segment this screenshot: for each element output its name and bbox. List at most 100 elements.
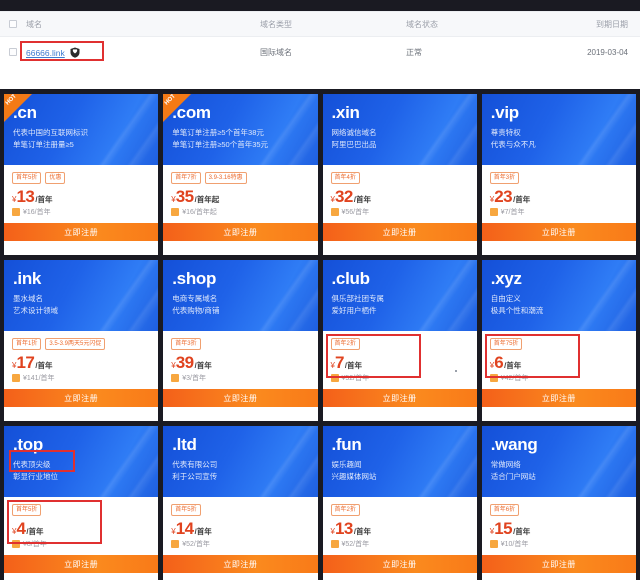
register-now-button[interactable]: 立即注册: [4, 555, 159, 573]
header-expiry: 到期日期: [596, 19, 628, 29]
promo-tag-list: 首年6折: [489, 504, 636, 516]
register-now-button[interactable]: 立即注册: [4, 389, 159, 407]
register-now-button[interactable]: 立即注册: [481, 389, 636, 407]
tld-card[interactable]: .fun 娱乐趣闻 兴趣媒体网站 首年2折 ¥13/首年 ¥52/首年 立即注册: [322, 426, 477, 580]
register-now-button[interactable]: 立即注册: [322, 555, 477, 573]
register-now-button[interactable]: 立即注册: [481, 555, 636, 573]
card-header: .ltd 代表有限公司 利于公司宣传: [163, 426, 318, 497]
select-all-cell[interactable]: [0, 20, 26, 28]
card-body: 首年1折 3.5-3.9两天5元闪促 ¥17/首年 ¥141/首年: [4, 331, 159, 389]
original-price-line: ¥16/首年起: [171, 207, 317, 217]
tld-description-line: 艺术设计领域: [13, 305, 58, 315]
tld-name: .fun: [331, 435, 362, 454]
register-now-button[interactable]: 立即注册: [4, 223, 159, 241]
promo-tag: 首年5折: [12, 504, 42, 516]
card-body: 首年2折 ¥13/首年 ¥52/首年: [322, 497, 477, 555]
card-body: 首年5折 优惠 ¥13/首年 ¥16/首年: [4, 165, 159, 223]
promo-tag: 首年7折: [171, 172, 201, 184]
row-select-cell[interactable]: [0, 48, 26, 56]
card-body: 首年5折 ¥14/首年 ¥52/首年: [163, 497, 318, 555]
tld-card[interactable]: .club 俱乐部社团专属 爱好用户栖件 首年2折 ¥7/首年 ¥52/首年 立即注册: [322, 260, 477, 421]
price-period: /首年: [353, 527, 371, 536]
tld-card[interactable]: HOT .cn 代表中国的互联网标识 单笔订单注册量≥5 首年5折 优惠 ¥13/首年 ¥16…: [4, 94, 159, 255]
tld-card[interactable]: .top 代表顶尖级 彰显行业地位 首年5折 ¥4/首年 ¥8/首年 立即注册: [4, 426, 159, 580]
coupon-badge-icon: [171, 540, 180, 548]
register-now-button[interactable]: 立即注册: [163, 555, 318, 573]
tld-description-line: 代表与众不凡: [490, 139, 536, 149]
promo-tag-list: 首年5折: [12, 504, 158, 516]
tld-card[interactable]: .shop 电商专属域名 代表购物/商铺 首年3折 ¥39/首年 ¥3/首年 立即注册: [163, 260, 318, 421]
tld-description-line: 利于公司宣传: [172, 471, 218, 481]
original-price: ¥141/首年: [23, 375, 55, 382]
coupon-badge-icon: [171, 374, 180, 382]
price-line: ¥15/首年: [490, 520, 636, 537]
price-line: ¥39/首年: [171, 354, 317, 371]
promo-tag: 首年1折: [12, 338, 42, 350]
coupon-badge-icon: [12, 208, 20, 216]
table-row[interactable]: 66666.link 国际域名 正常 2019-03-04: [0, 37, 640, 67]
promo-tag: 首年3折: [171, 338, 201, 350]
tld-card[interactable]: .vip 尊贵特权 代表与众不凡 首年3折 ¥23/首年 ¥7/首年 立即注册: [481, 94, 636, 255]
promo-tag: 首年3折: [489, 172, 520, 184]
tld-description-line: 俱乐部社团专属: [331, 294, 385, 303]
card-header: .top 代表顶尖级 彰显行业地位: [4, 426, 159, 497]
card-body: 首年6折 ¥15/首年 ¥10/首年: [481, 497, 636, 555]
original-price: ¥7/首年: [500, 209, 525, 216]
tld-card[interactable]: HOT .com 单笔订单注册≥5个首年38元 单笔订单注册≥50个首年35元 首年7折…: [163, 94, 318, 255]
original-price-line: ¥52/首年: [171, 539, 317, 549]
select-all-checkbox[interactable]: [9, 20, 17, 28]
tld-description-line: 网络诚信域名: [331, 128, 377, 137]
tld-name: .club: [331, 269, 370, 288]
original-price: ¥8/首年: [23, 541, 47, 548]
tld-description-line: 常做网络: [490, 460, 521, 469]
price-period: /首年: [26, 527, 44, 536]
domain-cell-inner: 66666.link: [20, 40, 104, 61]
tld-card[interactable]: .ink 墨水域名艺术设计领域首年1折 3.5-3.9两天5元闪促 ¥17/首年 ¥14…: [4, 260, 159, 421]
card-body: 首年75折 ¥6/首年 ¥42/首年: [481, 331, 636, 389]
promo-tag-list: 首年2折: [330, 338, 477, 350]
price-amount: 4: [16, 519, 26, 538]
tld-description: 自由定义 极具个性和潮流: [491, 293, 636, 316]
original-price: ¥16/首年起: [182, 209, 217, 216]
row-checkbox[interactable]: [9, 48, 17, 56]
card-body: 首年3折 ¥39/首年 ¥3/首年: [163, 331, 318, 389]
register-now-button[interactable]: 立即注册: [322, 223, 477, 241]
price-amount: 7: [334, 353, 344, 372]
price-line: ¥13/首年: [12, 188, 158, 205]
register-now-button[interactable]: 立即注册: [481, 223, 636, 241]
tld-description: 代表中国的互联网标识 单笔订单注册量≥5: [13, 127, 158, 150]
price-amount: 32: [334, 187, 353, 206]
tld-card[interactable]: .wang 常做网络 适合门户网站首年6折 ¥15/首年 ¥10/首年立即注册: [481, 426, 636, 580]
card-header: .xyz 自由定义 极具个性和潮流: [481, 260, 636, 331]
price-line: ¥32/首年: [331, 188, 477, 205]
price-amount: 17: [16, 353, 35, 372]
coupon-badge-icon: [12, 540, 20, 548]
tld-description-line: 代表中国的互联网标识: [13, 128, 88, 137]
tld-card[interactable]: .ltd 代表有限公司 利于公司宣传 首年5折 ¥14/首年 ¥52/首年 立即注册: [163, 426, 318, 580]
promo-tag-list: 首年7折 3.9-3.16特惠: [171, 172, 317, 184]
domain-table: 域名 域名类型 域名状态 到期日期 66666.link 国际域名 正常 201…: [0, 11, 640, 89]
tld-description: 墨水域名艺术设计领域: [13, 293, 158, 316]
tld-description-line: 墨水域名: [13, 294, 43, 303]
promo-tag-list: 首年75折: [489, 338, 636, 350]
tld-card[interactable]: .xyz 自由定义 极具个性和潮流 首年75折 ¥6/首年 ¥42/首年 立即注册: [481, 260, 636, 421]
tld-description-line: 自由定义: [490, 294, 521, 303]
price-line: ¥6/首年: [490, 354, 636, 371]
shield-icon: [70, 47, 80, 58]
card-header: .wang 常做网络 适合门户网站: [481, 426, 636, 497]
promo-tag-list: 首年5折: [171, 504, 317, 516]
price-period: /首年: [513, 527, 531, 536]
tld-name: .ink: [13, 269, 42, 288]
tld-description-line: 单笔订单注册量≥5: [13, 139, 74, 149]
domain-link[interactable]: 66666.link: [26, 48, 65, 58]
price-period: /首年: [344, 361, 363, 370]
tld-description: 网络诚信域名 阿里巴巴出品: [332, 127, 477, 150]
original-price: ¥10/首年: [500, 541, 529, 548]
original-price: ¥3/首年: [182, 375, 206, 382]
price-amount: 13: [16, 187, 35, 206]
register-now-button[interactable]: 立即注册: [163, 223, 318, 241]
register-now-button[interactable]: 立即注册: [322, 389, 477, 407]
tld-card[interactable]: .xin 网络诚信域名 阿里巴巴出品 首年4折 ¥32/首年 ¥56/首年 立即注册: [322, 94, 477, 255]
register-now-button[interactable]: 立即注册: [163, 389, 318, 407]
card-header: .vip 尊贵特权 代表与众不凡: [481, 94, 636, 165]
